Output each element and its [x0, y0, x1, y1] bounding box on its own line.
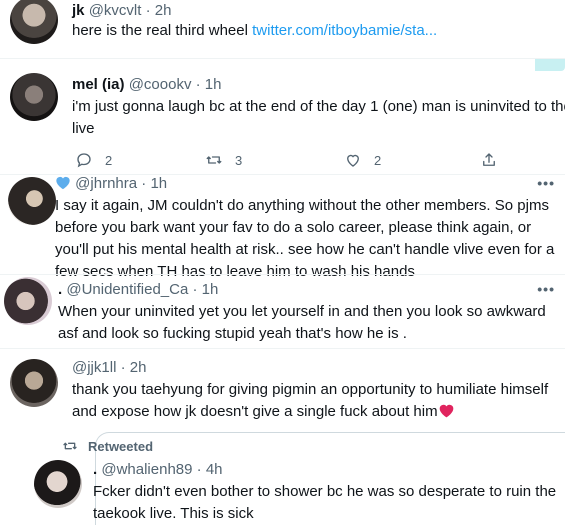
separator: · [192, 281, 198, 298]
tweet-time[interactable]: 1h [150, 175, 167, 192]
tweet-text-line: i'm just gonna laugh bc at the end of th… [72, 98, 565, 115]
tweet-link[interactable]: twitter.com/itboybamie/sta... [252, 22, 437, 39]
author-handle[interactable]: @whalienh89 [101, 461, 192, 478]
red-heart-icon [438, 403, 455, 425]
avatar[interactable] [4, 277, 52, 325]
tweet-time[interactable]: 2h [155, 2, 172, 19]
avatar[interactable] [10, 73, 58, 121]
tweet-text-line: When your uninvited yet you let yourself… [58, 303, 546, 320]
like-button[interactable]: 2 [344, 151, 381, 169]
blue-heart-icon [55, 175, 71, 194]
author-name[interactable]: mel (ia) [72, 76, 125, 93]
author-name[interactable]: . [58, 281, 62, 298]
reply-count: 2 [105, 152, 113, 168]
avatar[interactable] [10, 0, 58, 44]
more-options-icon[interactable]: ••• [537, 281, 555, 297]
tweet-text: here is the real third wheel [72, 22, 248, 39]
avatar[interactable] [34, 460, 82, 508]
media-thumbnail[interactable] [535, 59, 565, 71]
separator: · [141, 175, 147, 192]
tweet-text-line: and expose how jk doesn't give a single … [72, 403, 438, 420]
tweet-1[interactable]: jk @kvcvlt · 2h here is the real third w… [0, 0, 565, 65]
avatar[interactable] [10, 359, 58, 407]
more-options-icon[interactable]: ••• [537, 175, 555, 191]
tweet-2[interactable]: mel (ia) @coookv · 1h i'm just gonna lau… [0, 59, 565, 177]
tweet-text-line: you'll put his mental health at risk.. s… [55, 241, 555, 258]
tweet-text-line: asf and look so fucking stupid yeah that… [58, 325, 407, 342]
share-icon [483, 153, 495, 166]
tweet-time[interactable]: 1h [205, 76, 222, 93]
reply-button[interactable]: 2 [75, 151, 112, 169]
heart-icon [347, 154, 359, 167]
retweeted-label: Retweeted [88, 438, 154, 454]
tweet-3[interactable]: @jhrnhra · 1h ••• I say it again, JM cou… [0, 175, 565, 280]
tweet-5[interactable]: @jjk1ll · 2h thank you taehyung for givi… [0, 349, 565, 434]
author-handle[interactable]: @jhrnhra [75, 175, 137, 192]
separator: · [195, 76, 201, 93]
tweet-6[interactable]: Retweeted . @whalienh89 · 4h Fcker didn'… [0, 434, 565, 525]
tweet-text-line: Fcker didn't even bother to shower bc he… [93, 483, 557, 500]
separator: · [120, 359, 126, 376]
author-handle[interactable]: @coookv [129, 76, 192, 93]
share-button[interactable] [480, 151, 510, 169]
avatar[interactable] [8, 177, 56, 225]
separator: · [145, 2, 151, 19]
tweet-text-line: live [72, 120, 95, 137]
author-handle[interactable]: @Unidentified_Ca [66, 281, 188, 298]
retweet-count: 3 [235, 152, 243, 168]
author-handle[interactable]: @jjk1ll [72, 359, 116, 376]
like-count: 2 [374, 152, 382, 168]
tweet-time[interactable]: 1h [202, 281, 219, 298]
author-name[interactable]: . [93, 461, 97, 478]
retweet-button[interactable]: 3 [205, 151, 242, 169]
reply-icon [77, 153, 91, 168]
tweet-time[interactable]: 2h [130, 359, 147, 376]
tweet-text-line: taekook live. This is sick [93, 505, 254, 522]
tweet-4[interactable]: . @Unidentified_Ca · 1h ••• When your un… [0, 275, 565, 345]
separator: · [196, 461, 202, 478]
retweet-icon [63, 442, 77, 450]
author-name[interactable]: jk [72, 2, 85, 19]
tweet-text-line: I say it again, JM couldn't do anything … [55, 197, 549, 214]
tweet-time[interactable]: 4h [206, 461, 223, 478]
tweet-text-line: before you bark want your fav to do a so… [55, 219, 532, 236]
retweet-icon [206, 156, 222, 164]
author-handle[interactable]: @kvcvlt [89, 2, 142, 19]
tweet-text-line: thank you taehyung for giving pigmin an … [72, 381, 549, 398]
retweet-indicator: Retweeted [62, 438, 153, 454]
